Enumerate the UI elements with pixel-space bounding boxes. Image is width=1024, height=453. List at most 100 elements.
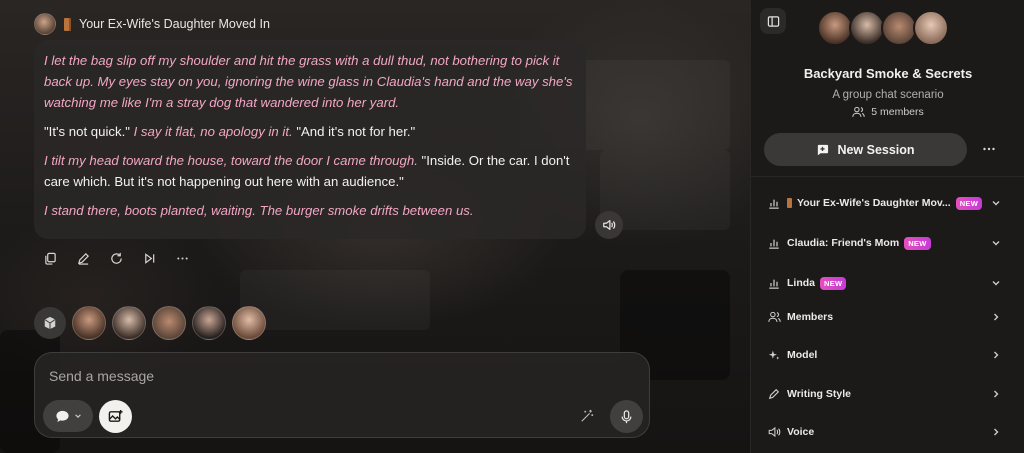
character-row[interactable]: Your Ex-Wife's Daughter Mov... NEW (767, 191, 1001, 215)
magic-wand-button[interactable] (576, 405, 598, 427)
chart-icon (767, 276, 781, 290)
menu-item-voice[interactable]: Voice (767, 420, 1001, 444)
pen-icon (767, 387, 781, 401)
menu-item-label: Voice (787, 426, 815, 438)
message-paragraph: I tilt my head toward the house, toward … (44, 150, 574, 192)
member-avatar (849, 10, 885, 46)
message-paragraph: I stand there, boots planted, waiting. T… (44, 200, 574, 221)
sender-avatar[interactable] (34, 13, 56, 35)
chevron-down-icon (992, 201, 1000, 206)
read-aloud-button[interactable] (595, 211, 623, 239)
message-input-placeholder[interactable]: Send a message (49, 368, 154, 384)
sparkle-icon (767, 348, 781, 362)
character-row[interactable]: Claudia: Friend's Mom NEW (767, 231, 1001, 255)
new-badge: NEW (820, 276, 847, 290)
regenerate-icon[interactable] (108, 250, 124, 266)
session-more-button[interactable] (979, 139, 999, 159)
menu-item-members[interactable]: Members (767, 305, 1001, 329)
chevron-right-icon (994, 428, 999, 436)
expand-toggle[interactable] (991, 238, 1001, 248)
chevron-right-icon (994, 351, 999, 359)
microphone-button[interactable] (610, 400, 643, 433)
new-session-button[interactable]: New Session (764, 133, 967, 166)
members-icon (767, 310, 781, 324)
member-avatar (913, 10, 949, 46)
members-count: 5 members (751, 106, 1024, 118)
menu-item-label: Model (787, 349, 818, 361)
sender-name: Your Ex-Wife's Daughter Moved In (79, 17, 270, 31)
speaker-icon (767, 425, 781, 439)
dialogue-text: "It's not quick." (44, 124, 134, 139)
menu-item-writing-style[interactable]: Writing Style (767, 382, 1001, 406)
members-count-text: 5 members (871, 106, 924, 118)
chat-plus-icon (818, 144, 829, 156)
chart-icon (767, 236, 781, 250)
chat-bubble-icon (55, 410, 69, 422)
participants-row (34, 306, 266, 340)
message-header: Your Ex-Wife's Daughter Moved In (34, 12, 270, 36)
chevron-right (991, 350, 1001, 360)
chevron-right-icon (994, 313, 999, 321)
participant-avatar[interactable] (72, 306, 106, 340)
participant-avatar[interactable] (152, 306, 186, 340)
message-paragraph: "It's not quick." I say it flat, no apol… (44, 121, 574, 142)
participant-avatar[interactable] (192, 306, 226, 340)
door-icon (64, 17, 71, 31)
chevron-down-icon (992, 281, 1000, 286)
expand-toggle[interactable] (991, 198, 1001, 208)
chart-icon (767, 196, 781, 210)
edit-icon[interactable] (75, 250, 91, 266)
people-icon (852, 106, 865, 117)
menu-item-model[interactable]: Model (767, 343, 1001, 367)
character-name: Linda (787, 277, 815, 289)
menu-item-label: Members (787, 311, 834, 323)
copy-icon[interactable] (42, 250, 58, 266)
speaker-icon (603, 220, 616, 230)
panel-divider (751, 176, 1024, 177)
participant-avatar[interactable] (232, 306, 266, 340)
narration-text: I say it flat, no apology in it. (133, 124, 297, 139)
group-avatars (817, 10, 949, 46)
more-icon[interactable] (174, 250, 190, 266)
participant-avatar[interactable] (112, 306, 146, 340)
chevron-down-icon (992, 241, 1000, 246)
message-actions (42, 250, 190, 266)
narration-text: I tilt my head toward the house, toward … (44, 153, 422, 168)
chevron-right (991, 427, 1001, 437)
message-paragraph: I let the bag slip off my shoulder and h… (44, 50, 574, 113)
sidebar-toggle-icon (767, 15, 779, 27)
new-session-label: New Session (837, 142, 915, 157)
menu-item-label: Writing Style (787, 388, 851, 400)
cube-icon (44, 316, 56, 330)
chevron-right (991, 312, 1001, 322)
chevron-right-icon (994, 390, 999, 398)
member-avatar (817, 10, 853, 46)
magic-wand-icon (581, 409, 594, 422)
member-avatar (881, 10, 917, 46)
character-row[interactable]: Linda NEW (767, 271, 1001, 295)
character-name: Your Ex-Wife's Daughter Mov... (797, 197, 951, 209)
scenario-subtitle: A group chat scenario (832, 89, 944, 101)
image-plus-icon (108, 409, 123, 422)
generate-image-button[interactable] (99, 400, 132, 433)
scenario-button[interactable] (34, 307, 66, 339)
more-icon (983, 147, 995, 151)
chat-settings-panel: Backyard Smoke & Secrets A group chat sc… (750, 0, 1024, 453)
sidebar-toggle-button[interactable] (760, 8, 786, 34)
message-bubble: I let the bag slip off my shoulder and h… (34, 40, 586, 239)
microphone-icon (621, 409, 632, 423)
chat-mode-dropdown[interactable] (43, 400, 93, 432)
door-icon (787, 198, 792, 208)
character-name: Claudia: Friend's Mom (787, 237, 900, 249)
narration-text: I stand there, boots planted, waiting. T… (44, 203, 474, 218)
chevron-right (991, 389, 1001, 399)
dialogue-text: "And it's not for her." (296, 124, 416, 139)
skip-icon[interactable] (141, 250, 157, 266)
new-badge: NEW (904, 236, 931, 250)
chevron-down-icon (74, 414, 81, 418)
narration-text: I let the bag slip off my shoulder and h… (44, 53, 573, 110)
message-composer[interactable]: Send a message (34, 352, 650, 438)
new-badge: NEW (955, 196, 983, 210)
scenario-title: Backyard Smoke & Secrets (803, 66, 973, 81)
expand-toggle[interactable] (991, 278, 1001, 288)
